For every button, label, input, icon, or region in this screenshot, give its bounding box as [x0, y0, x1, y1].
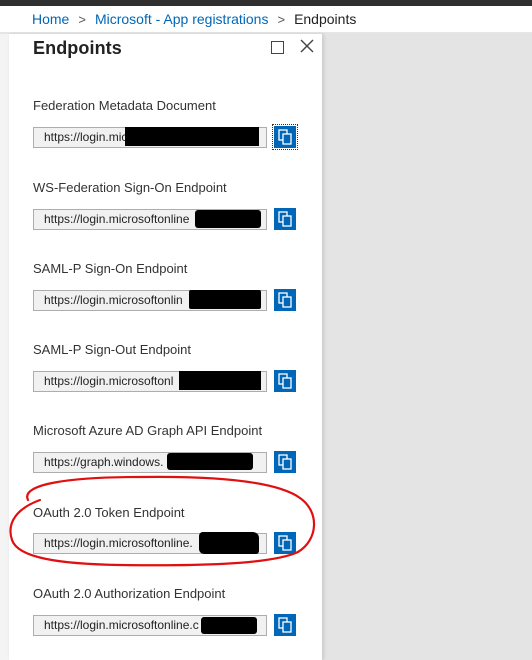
copy-icon	[278, 535, 292, 551]
copy-button-saml-sign-on[interactable]	[274, 289, 296, 311]
endpoints-blade: Endpoints Federation Metadata Document h…	[9, 34, 323, 660]
copy-button-graph-api[interactable]	[274, 451, 296, 473]
blade-title: Endpoints	[33, 38, 122, 58]
breadcrumb-current: Endpoints	[294, 11, 357, 27]
copy-icon	[278, 373, 292, 389]
endpoint-label-ws-federation: WS-Federation Sign-On Endpoint	[33, 180, 227, 195]
copy-icon	[278, 292, 292, 308]
redaction-bar	[199, 532, 259, 554]
breadcrumb-app-registrations[interactable]: Microsoft - App registrations	[95, 11, 269, 27]
endpoint-label-oauth-authorization: OAuth 2.0 Authorization Endpoint	[33, 586, 226, 601]
close-icon[interactable]	[299, 38, 315, 54]
blade-header: Endpoints	[9, 34, 322, 76]
endpoint-label-saml-sign-on: SAML-P Sign-On Endpoint	[33, 261, 188, 276]
redaction-bar	[195, 210, 261, 228]
maximize-icon[interactable]	[271, 41, 284, 54]
copy-button-oauth-authorization[interactable]	[274, 614, 296, 636]
copy-button-saml-sign-out[interactable]	[274, 370, 296, 392]
redaction-bar	[189, 290, 261, 309]
chevron-right-icon: >	[78, 11, 86, 27]
copy-icon	[278, 129, 292, 145]
copy-button-ws-federation[interactable]	[274, 208, 296, 230]
breadcrumb-home[interactable]: Home	[32, 11, 69, 27]
copy-icon	[278, 617, 292, 633]
endpoint-label-graph-api: Microsoft Azure AD Graph API Endpoint	[33, 423, 263, 438]
copy-icon	[278, 454, 292, 470]
copy-button-oauth-token[interactable]	[274, 532, 296, 554]
copy-icon	[278, 211, 292, 227]
endpoint-label-federation-metadata: Federation Metadata Document	[33, 98, 216, 113]
breadcrumb: Home > Microsoft - App registrations > E…	[0, 6, 532, 33]
redaction-bar	[201, 617, 257, 634]
chevron-right-icon: >	[277, 11, 286, 27]
copy-button-federation-metadata[interactable]	[272, 124, 298, 150]
redaction-bar	[167, 453, 253, 470]
endpoint-label-saml-sign-out: SAML-P Sign-Out Endpoint	[33, 342, 192, 357]
redaction-bar	[125, 127, 259, 146]
endpoint-label-oauth-token: OAuth 2.0 Token Endpoint	[33, 505, 185, 520]
redaction-bar	[179, 371, 261, 390]
